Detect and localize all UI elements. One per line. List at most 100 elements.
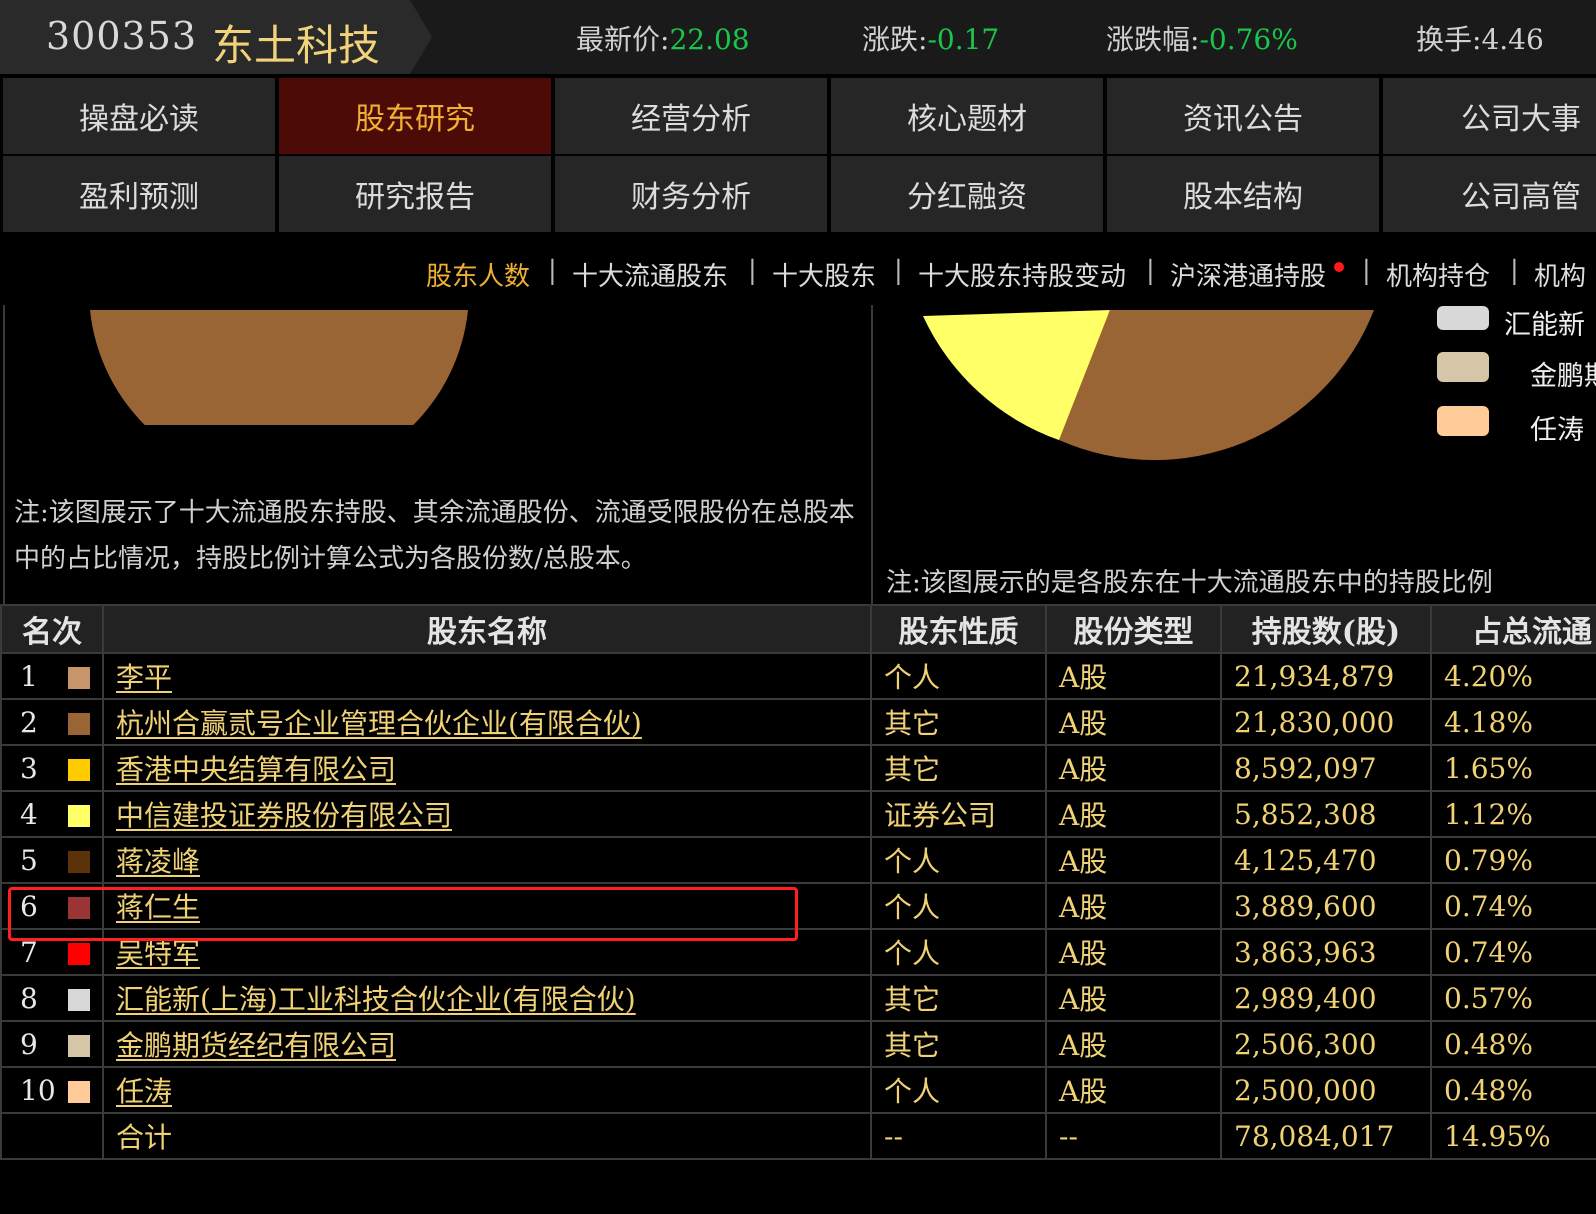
rank-number: 5 [20, 843, 38, 877]
nav-tab-research-reports[interactable]: 研究报告 [279, 156, 551, 232]
col-header-float-pct[interactable]: 占总流通 [1430, 604, 1596, 654]
col-header-holder-nature[interactable]: 股东性质 [870, 604, 1047, 654]
subnav-top10-float-holders[interactable]: 十大流通股东 [572, 256, 728, 293]
nav-tab-shareholder-research[interactable]: 股东研究 [279, 78, 551, 154]
right-pie-chart [923, 310, 1374, 461]
nav-tab-core-themes[interactable]: 核心题材 [831, 78, 1103, 154]
rank-number: 4 [20, 797, 38, 831]
cell-holder-nature: 个人 [870, 882, 1047, 930]
holder-name-link[interactable]: 汇能新(上海)工业科技合伙企业(有限合伙) [116, 983, 636, 1016]
cell-share-type: A股 [1045, 744, 1222, 792]
cell-holder-name: 香港中央结算有限公司 [102, 744, 872, 792]
cell-rank-empty [0, 1112, 104, 1160]
col-header-holder-name[interactable]: 股东名称 [102, 604, 872, 654]
cell-share-type: A股 [1045, 1020, 1222, 1068]
nav-tab-business-analysis[interactable]: 经营分析 [555, 78, 827, 154]
series-color-swatch [68, 759, 90, 781]
subnav-stock-connect[interactable]: 沪深港通持股 [1170, 256, 1326, 293]
cell-float-pct: 0.48% [1430, 1020, 1596, 1068]
series-color-swatch [68, 713, 90, 735]
table-row: 9 金鹏期货经纪有限公司 其它 A股 2,506,300 0.48% [0, 1020, 1596, 1068]
new-indicator-dot [1334, 262, 1344, 272]
nav-tab-company-events[interactable]: 公司大事 [1383, 78, 1596, 154]
series-color-swatch [68, 989, 90, 1011]
legend-label-jinpeng: 金鹏期 [1530, 361, 1596, 392]
cell-rank: 10 [0, 1066, 104, 1114]
cell-shares-held: 5,852,308 [1220, 790, 1432, 838]
nav-tab-caopan[interactable]: 操盘必读 [3, 78, 275, 154]
change-pct-label: 涨跌幅: [1106, 23, 1200, 56]
cell-holder-name: 任涛 [102, 1066, 872, 1114]
series-color-swatch [68, 943, 90, 965]
nav-tab-financial-analysis[interactable]: 财务分析 [555, 156, 827, 232]
cell-share-type: A股 [1045, 652, 1222, 700]
series-color-swatch [68, 805, 90, 827]
rank-number: 9 [20, 1027, 38, 1061]
turnover-value: 4.46 [1481, 23, 1544, 56]
cell-holder-name: 中信建投证券股份有限公司 [102, 790, 872, 838]
cell-float-pct: 4.20% [1430, 652, 1596, 700]
subnav-separator: | [748, 256, 757, 286]
series-color-swatch [68, 1081, 90, 1103]
holder-name-link[interactable]: 吴特军 [116, 937, 200, 970]
subnav-separator: | [548, 256, 557, 286]
turnover-quote: 换手:4.46 [1416, 18, 1544, 58]
left-pie-chart [90, 310, 468, 425]
subnav-separator: | [894, 256, 903, 286]
total-nature: -- [870, 1112, 1047, 1160]
subnav-shareholder-count[interactable]: 股东人数 [426, 256, 530, 293]
change-quote: 涨跌:-0.17 [862, 18, 999, 58]
table-row: 5 蒋凌峰 个人 A股 4,125,470 0.79% [0, 836, 1596, 884]
nav-tab-profit-forecast[interactable]: 盈利预测 [3, 156, 275, 232]
holder-name-link[interactable]: 中信建投证券股份有限公司 [116, 799, 452, 832]
cell-holder-nature: 其它 [870, 744, 1047, 792]
col-header-share-type[interactable]: 股份类型 [1045, 604, 1222, 654]
legend-label-rentao: 任涛 [1530, 415, 1584, 446]
subnav-top10-holding-changes[interactable]: 十大股东持股变动 [918, 256, 1126, 293]
change-value: -0.17 [927, 23, 1000, 56]
holder-name-link[interactable]: 李平 [116, 661, 172, 694]
holder-name-link[interactable]: 任涛 [116, 1075, 172, 1108]
latest-price-quote: 最新价:22.08 [576, 18, 750, 58]
subnav-top10-holders[interactable]: 十大股东 [772, 256, 876, 293]
cell-rank: 8 [0, 974, 104, 1022]
sub-nav: 股东人数 | 十大流通股东 | 十大股东 | 十大股东持股变动 | 沪深港通持股… [0, 240, 1596, 302]
cell-share-type: A股 [1045, 882, 1222, 930]
legend-swatch-rentao [1437, 406, 1489, 436]
stock-name-arrow [410, 0, 432, 74]
cell-holder-nature: 其它 [870, 698, 1047, 746]
stock-name: 东土科技 [212, 21, 381, 70]
latest-price-label: 最新价: [576, 23, 670, 56]
nav-tab-dividends-financing[interactable]: 分红融资 [831, 156, 1103, 232]
nav-tab-executives[interactable]: 公司高管 [1383, 156, 1596, 232]
cell-float-pct: 0.74% [1430, 928, 1596, 976]
cell-holder-name: 李平 [102, 652, 872, 700]
subnav-institutional-holdings[interactable]: 机构持仓 [1386, 256, 1490, 293]
holder-name-link[interactable]: 香港中央结算有限公司 [116, 753, 396, 786]
cell-holder-nature: 其它 [870, 1020, 1047, 1068]
cell-rank: 3 [0, 744, 104, 792]
holder-name-link[interactable]: 金鹏期货经纪有限公司 [116, 1029, 396, 1062]
col-header-rank[interactable]: 名次 [0, 604, 104, 654]
table-row: 4 中信建投证券股份有限公司 证券公司 A股 5,852,308 1.12% [0, 790, 1596, 838]
cell-rank: 9 [0, 1020, 104, 1068]
cell-rank: 5 [0, 836, 104, 884]
cell-rank: 4 [0, 790, 104, 838]
legend-label-huineng: 汇能新 [1504, 310, 1585, 341]
holder-name-link[interactable]: 蒋凌峰 [116, 845, 200, 878]
cell-shares-held: 4,125,470 [1220, 836, 1432, 884]
cell-holder-nature: 个人 [870, 836, 1047, 884]
legend-swatch-huineng [1437, 306, 1489, 330]
cell-shares-held: 21,934,879 [1220, 652, 1432, 700]
legend-swatch-jinpeng [1437, 352, 1489, 382]
subnav-institution-more[interactable]: 机构 [1534, 256, 1586, 293]
cell-holder-nature: 证券公司 [870, 790, 1047, 838]
holder-name-link[interactable]: 杭州合赢贰号企业管理合伙企业(有限合伙) [116, 707, 642, 740]
panel-divider [871, 305, 873, 605]
nav-tab-news-announcements[interactable]: 资讯公告 [1107, 78, 1379, 154]
nav-tab-share-structure[interactable]: 股本结构 [1107, 156, 1379, 232]
col-header-shares-held[interactable]: 持股数(股) [1220, 604, 1432, 654]
turnover-label: 换手: [1416, 23, 1482, 56]
table-header-row: 名次 股东名称 股东性质 股份类型 持股数(股) 占总流通 [0, 604, 1596, 654]
cell-share-type: A股 [1045, 790, 1222, 838]
